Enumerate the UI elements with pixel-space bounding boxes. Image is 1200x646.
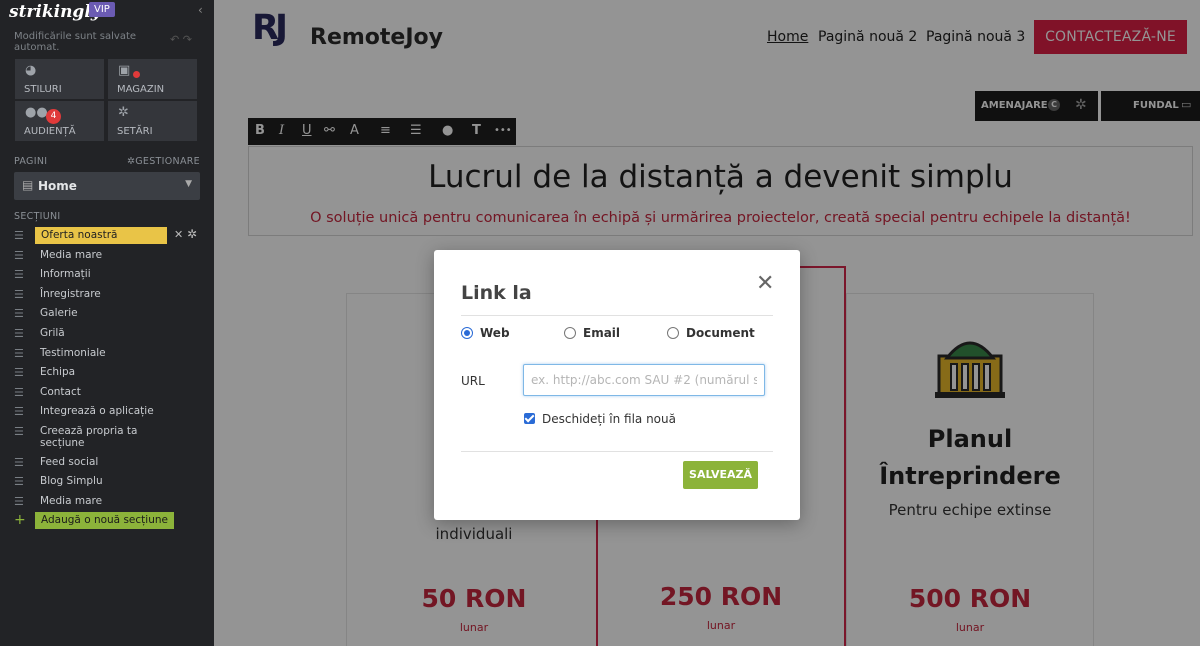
drag-handle-icon[interactable]: ☰ — [14, 405, 24, 418]
section-label: Contact — [40, 386, 81, 398]
gear-icon[interactable]: ✲ — [187, 227, 197, 241]
section-item[interactable]: ☰ Înregistrare — [14, 286, 204, 304]
section-label: Galerie — [40, 307, 78, 319]
open-new-tab-label: Deschideți în fila nouă — [542, 412, 676, 426]
current-page-label: Home — [38, 179, 77, 193]
autosave-status: Modificările sunt salvate automat. — [14, 31, 137, 53]
link-dialog: Link la ✕ Web Email Document URL Deschid… — [434, 250, 800, 520]
section-item[interactable]: ☰ Contact — [14, 384, 204, 402]
radio-web-label: Web — [480, 326, 510, 340]
drag-handle-icon[interactable]: ☰ — [14, 425, 24, 438]
url-label: URL — [461, 374, 485, 388]
undo-redo-icons[interactable]: ↶ ↷ — [170, 33, 192, 46]
section-label: Testimoniale — [40, 347, 106, 359]
close-icon[interactable]: ✕ — [756, 271, 774, 296]
collapse-sidebar-icon[interactable]: ‹ — [198, 3, 203, 17]
chevron-down-icon: ▼ — [185, 179, 192, 189]
add-section-label: Adaugă o nouă secțiune — [35, 512, 174, 529]
section-label: Echipa — [40, 366, 76, 378]
drag-handle-icon[interactable]: ☰ — [14, 327, 24, 340]
radio-email[interactable]: Email — [564, 326, 620, 340]
divider — [461, 315, 773, 316]
settings-tile[interactable]: ✲ SETĂRI — [108, 101, 197, 141]
radio-email-label: Email — [583, 326, 621, 340]
section-item[interactable]: ☰ Integrează o aplicație — [14, 403, 204, 421]
manage-label: GESTIONARE — [135, 156, 200, 167]
drag-handle-icon[interactable]: ☰ — [14, 347, 24, 360]
styles-tile[interactable]: ◕ STILURI — [15, 59, 104, 99]
radio-document-label: Document — [686, 326, 755, 340]
strikingly-logo: strikingly — [9, 2, 101, 22]
section-item[interactable]: ☰ Oferta noastră ✕ ✲ — [14, 227, 204, 245]
drag-handle-icon[interactable]: ☰ — [14, 495, 24, 508]
page-select[interactable]: ▤ Home ▼ — [14, 172, 200, 200]
drag-handle-icon[interactable]: ☰ — [14, 366, 24, 379]
save-button[interactable]: SALVEAZĂ — [683, 461, 758, 489]
section-item[interactable]: ☰ Galerie — [14, 305, 204, 323]
pages-label: PAGINI — [14, 156, 48, 167]
drag-handle-icon[interactable]: ☰ — [14, 456, 24, 469]
close-icon[interactable]: ✕ — [174, 228, 183, 241]
sections-label: SECȚIUNI — [14, 211, 61, 222]
section-item[interactable]: ☰ Media mare — [14, 247, 204, 265]
audience-badge: 4 — [46, 109, 61, 124]
section-item[interactable]: ☰ Informații — [14, 266, 204, 284]
radio-unchecked-icon — [564, 327, 576, 339]
section-item[interactable]: ☰ Testimoniale — [14, 345, 204, 363]
styles-label: STILURI — [24, 84, 62, 95]
audience-tile[interactable]: ●● 4 AUDIENȚĂ — [15, 101, 104, 141]
section-label: Blog Simplu — [40, 475, 103, 487]
url-input[interactable] — [523, 364, 765, 396]
section-label: Feed social — [40, 456, 99, 468]
radio-checked-icon — [461, 327, 473, 339]
document-icon: ▤ — [22, 178, 34, 192]
drag-handle-icon[interactable]: ☰ — [14, 307, 24, 320]
editor-sidebar: strikingly VIP ‹ Modificările sunt salva… — [0, 0, 214, 646]
section-label: Oferta noastră — [35, 227, 167, 244]
notification-dot — [133, 71, 140, 78]
bag-icon: ▣ — [118, 63, 131, 78]
store-label: MAGAZIN — [117, 84, 165, 95]
section-label: Media mare — [40, 495, 103, 507]
manage-pages-link[interactable]: ✲GESTIONARE — [127, 156, 200, 167]
audience-label: AUDIENȚĂ — [24, 126, 76, 137]
checkbox-checked-icon[interactable] — [524, 413, 535, 424]
drag-handle-icon[interactable]: ☰ — [14, 229, 24, 242]
radio-unchecked-icon — [667, 327, 679, 339]
divider — [461, 451, 773, 452]
radio-web[interactable]: Web — [461, 326, 510, 340]
dialog-title: Link la — [461, 282, 532, 304]
settings-label: SETĂRI — [117, 126, 153, 137]
section-label: Informații — [40, 268, 91, 280]
palette-icon: ◕ — [25, 63, 37, 78]
section-item[interactable]: ☰ Feed social — [14, 454, 204, 472]
section-item[interactable]: ☰ Echipa — [14, 364, 204, 382]
open-new-tab-checkbox[interactable]: Deschideți în fila nouă — [524, 412, 676, 426]
section-label: Media mare — [40, 249, 103, 261]
section-label: Grilă — [40, 327, 65, 339]
drag-handle-icon[interactable]: ☰ — [14, 249, 24, 262]
drag-handle-icon[interactable]: ☰ — [14, 268, 24, 281]
section-label: Creează propria ta secțiune — [40, 425, 138, 449]
drag-handle-icon[interactable]: ☰ — [14, 475, 24, 488]
section-label: Înregistrare — [40, 288, 101, 300]
drag-handle-icon[interactable]: ☰ — [14, 288, 24, 301]
section-item[interactable]: ☰ Media mare — [14, 493, 204, 511]
section-item[interactable]: ☰ Creează propria ta secțiune — [14, 423, 204, 451]
section-label: Integrează o aplicație — [40, 405, 154, 417]
drag-handle-icon[interactable]: ☰ — [14, 386, 24, 399]
users-icon: ●● — [25, 105, 48, 120]
add-section-button[interactable]: + Adaugă o nouă secțiune — [14, 512, 204, 530]
section-item[interactable]: ☰ Grilă — [14, 325, 204, 343]
store-tile[interactable]: ▣ MAGAZIN — [108, 59, 197, 99]
gear-icon: ✲ — [118, 105, 129, 120]
plus-icon: + — [14, 512, 26, 528]
section-item[interactable]: ☰ Blog Simplu — [14, 473, 204, 491]
vip-badge: VIP — [89, 2, 115, 17]
radio-document[interactable]: Document — [667, 326, 755, 340]
